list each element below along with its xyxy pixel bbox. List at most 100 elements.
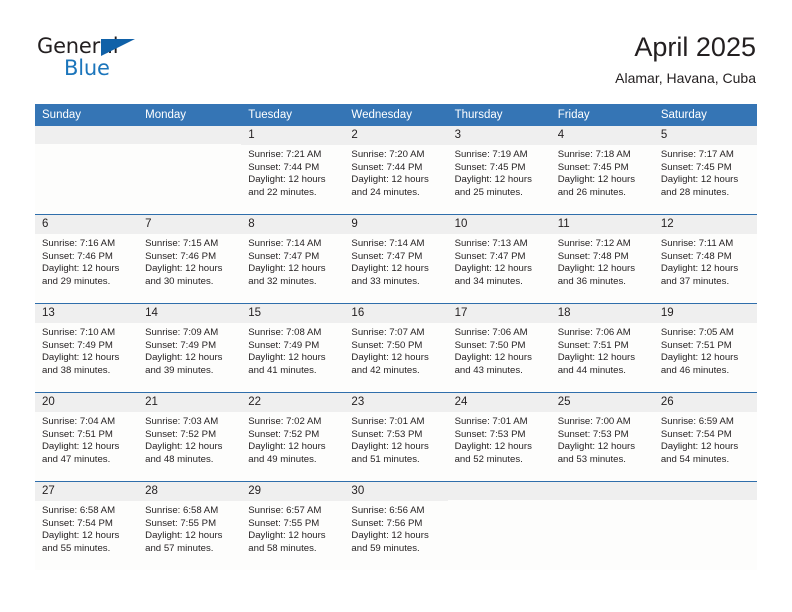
daylight-duration-line1: Daylight: 12 hours	[248, 530, 326, 542]
calendar-day-cell[interactable]: 27 Sunrise: 6:58 AM Sunset: 7:54 PM Dayligh…	[35, 481, 139, 570]
logo-triangle-icon	[101, 39, 135, 56]
calendar-cell-inner: 9 Sunrise: 7:14 AM Sunset: 7:47 PM Daylight…	[344, 215, 448, 303]
day-number: 7	[138, 215, 242, 235]
calendar-day-cell[interactable]: 4 Sunrise: 7:18 AM Sunset: 7:45 PM Daylight…	[550, 126, 654, 215]
calendar-day-cell[interactable]: 15 Sunrise: 7:08 AM Sunset: 7:49 PM Dayligh…	[241, 303, 345, 393]
sunset-time: Sunset: 7:49 PM	[248, 339, 320, 351]
logo-text-blue: Blue	[64, 56, 110, 80]
day-number: 10	[447, 215, 551, 235]
calendar-day-cell[interactable]: 10 Sunrise: 7:13 AM Sunset: 7:47 PM Dayligh…	[447, 214, 551, 304]
daylight-duration-line1: Daylight: 12 hours	[660, 263, 739, 275]
day-details: Sunrise: 7:02 AM Sunset: 7:52 PM Daylight:…	[241, 412, 344, 466]
day-details: Sunrise: 7:14 AM Sunset: 7:47 PM Daylight:…	[241, 234, 344, 288]
calendar-day-cell[interactable]: 7 Sunrise: 7:15 AM Sunset: 7:46 PM Daylight…	[138, 214, 242, 304]
daylight-duration-line1: Daylight: 12 hours	[351, 174, 429, 186]
day-number: 18	[550, 304, 654, 324]
sunset-time: Sunset: 7:44 PM	[248, 161, 320, 173]
daylight-duration-line2: and 44 minutes.	[557, 364, 626, 376]
daylight-duration-line1: Daylight: 12 hours	[351, 441, 429, 453]
day-number: 1	[241, 126, 345, 146]
sunrise-time: Sunrise: 7:06 AM	[454, 327, 528, 339]
sunrise-time: Sunrise: 7:13 AM	[454, 238, 528, 250]
calendar-day-cell[interactable]: 14 Sunrise: 7:09 AM Sunset: 7:49 PM Dayligh…	[138, 303, 242, 393]
sunrise-time: Sunrise: 6:58 AM	[42, 505, 116, 517]
daylight-duration-line1: Daylight: 12 hours	[145, 263, 223, 275]
calendar-day-cell[interactable]: 25 Sunrise: 7:00 AM Sunset: 7:53 PM Dayligh…	[550, 392, 654, 482]
daylight-duration-line1: Daylight: 12 hours	[42, 441, 120, 453]
day-number: 15	[241, 304, 345, 324]
day-number	[138, 126, 242, 144]
weekday-header-sunday: Sunday	[35, 104, 139, 126]
sunrise-time: Sunrise: 7:08 AM	[248, 327, 322, 339]
sunrise-time: Sunrise: 7:17 AM	[660, 149, 734, 161]
calendar-cell-inner: 3 Sunrise: 7:19 AM Sunset: 7:45 PM Daylight…	[447, 126, 551, 214]
sunset-time: Sunset: 7:49 PM	[145, 339, 217, 351]
daylight-duration-line1: Daylight: 12 hours	[248, 352, 326, 364]
day-details: Sunrise: 7:19 AM Sunset: 7:45 PM Daylight:…	[448, 145, 551, 199]
calendar-day-cell[interactable]: 6 Sunrise: 7:16 AM Sunset: 7:46 PM Daylight…	[35, 214, 139, 304]
daylight-duration-line2: and 32 minutes.	[248, 275, 317, 287]
page-header: General Blue April 2025 Alamar, Havana, …	[0, 0, 792, 100]
day-number	[35, 126, 139, 144]
day-number: 16	[344, 304, 448, 324]
calendar-day-cell[interactable]: 19 Sunrise: 7:05 AM Sunset: 7:51 PM Dayligh…	[653, 303, 757, 393]
daylight-duration-line2: and 33 minutes.	[351, 275, 420, 287]
sunrise-time: Sunrise: 6:59 AM	[660, 416, 734, 428]
sunrise-time: Sunrise: 6:57 AM	[248, 505, 322, 517]
calendar-day-cell[interactable]: 9 Sunrise: 7:14 AM Sunset: 7:47 PM Daylight…	[344, 214, 448, 304]
calendar-day-cell[interactable]: 26 Sunrise: 6:59 AM Sunset: 7:54 PM Dayligh…	[653, 392, 757, 482]
calendar-cell-inner: 26 Sunrise: 6:59 AM Sunset: 7:54 PM Dayligh…	[653, 393, 757, 481]
day-number: 17	[447, 304, 551, 324]
calendar-day-cell[interactable]: 22 Sunrise: 7:02 AM Sunset: 7:52 PM Dayligh…	[241, 392, 345, 482]
sunset-time: Sunset: 7:47 PM	[248, 250, 320, 262]
calendar-day-cell[interactable]: 20 Sunrise: 7:04 AM Sunset: 7:51 PM Dayligh…	[35, 392, 139, 482]
calendar-day-cell[interactable]: 23 Sunrise: 7:01 AM Sunset: 7:53 PM Dayligh…	[344, 392, 448, 482]
calendar-cell-inner: 25 Sunrise: 7:00 AM Sunset: 7:53 PM Dayligh…	[550, 393, 654, 481]
sunrise-time: Sunrise: 7:14 AM	[248, 238, 322, 250]
weekday-header-saturday: Saturday	[653, 104, 757, 126]
calendar-day-cell[interactable]: 8 Sunrise: 7:14 AM Sunset: 7:47 PM Daylight…	[241, 214, 345, 304]
calendar-week-row: 13 Sunrise: 7:10 AM Sunset: 7:49 PM Dayligh…	[35, 303, 757, 393]
calendar-day-cell[interactable]: 30 Sunrise: 6:56 AM Sunset: 7:56 PM Dayligh…	[344, 481, 448, 570]
calendar-day-cell[interactable]: 11 Sunrise: 7:12 AM Sunset: 7:48 PM Dayligh…	[550, 214, 654, 304]
day-number: 13	[35, 304, 139, 324]
day-details: Sunrise: 7:11 AM Sunset: 7:48 PM Daylight:…	[654, 234, 757, 288]
calendar-cell-inner	[550, 482, 654, 570]
sunrise-time: Sunrise: 7:03 AM	[145, 416, 219, 428]
calendar-day-cell[interactable]: 24 Sunrise: 7:01 AM Sunset: 7:53 PM Dayligh…	[447, 392, 551, 482]
calendar-day-cell[interactable]: 12 Sunrise: 7:11 AM Sunset: 7:48 PM Dayligh…	[653, 214, 757, 304]
calendar-day-cell[interactable]: 1 Sunrise: 7:21 AM Sunset: 7:44 PM Daylight…	[241, 126, 345, 215]
daylight-duration-line1: Daylight: 12 hours	[42, 530, 120, 542]
calendar-day-cell[interactable]: 21 Sunrise: 7:03 AM Sunset: 7:52 PM Dayligh…	[138, 392, 242, 482]
calendar-day-cell[interactable]: 17 Sunrise: 7:06 AM Sunset: 7:50 PM Dayligh…	[447, 303, 551, 393]
daylight-duration-line1: Daylight: 12 hours	[145, 530, 223, 542]
sunrise-time: Sunrise: 7:04 AM	[42, 416, 116, 428]
calendar-day-cell[interactable]: 13 Sunrise: 7:10 AM Sunset: 7:49 PM Dayligh…	[35, 303, 139, 393]
sunset-time: Sunset: 7:44 PM	[351, 161, 423, 173]
calendar-day-cell[interactable]: 29 Sunrise: 6:57 AM Sunset: 7:55 PM Dayligh…	[241, 481, 345, 570]
sunset-time: Sunset: 7:48 PM	[557, 250, 629, 262]
calendar-cell-empty	[35, 126, 139, 215]
calendar-week-row: 20 Sunrise: 7:04 AM Sunset: 7:51 PM Dayligh…	[35, 392, 757, 482]
daylight-duration-line1: Daylight: 12 hours	[454, 263, 532, 275]
daylight-duration-line2: and 30 minutes.	[145, 275, 214, 287]
calendar-day-cell[interactable]: 5 Sunrise: 7:17 AM Sunset: 7:45 PM Daylight…	[653, 126, 757, 215]
calendar-day-cell[interactable]: 2 Sunrise: 7:20 AM Sunset: 7:44 PM Daylight…	[344, 126, 448, 215]
day-details: Sunrise: 7:03 AM Sunset: 7:52 PM Daylight:…	[138, 412, 241, 466]
calendar-cell-inner: 4 Sunrise: 7:18 AM Sunset: 7:45 PM Daylight…	[550, 126, 654, 214]
day-number: 26	[653, 393, 757, 413]
generalblue-logo[interactable]: General Blue	[37, 36, 167, 86]
day-number: 23	[344, 393, 448, 413]
day-details: Sunrise: 7:00 AM Sunset: 7:53 PM Daylight:…	[551, 412, 654, 466]
sunset-time: Sunset: 7:52 PM	[248, 428, 320, 440]
calendar-day-cell[interactable]: 28 Sunrise: 6:58 AM Sunset: 7:55 PM Dayligh…	[138, 481, 242, 570]
calendar-day-cell[interactable]: 3 Sunrise: 7:19 AM Sunset: 7:45 PM Daylight…	[447, 126, 551, 215]
day-number: 8	[241, 215, 345, 235]
calendar-day-cell[interactable]: 18 Sunrise: 7:06 AM Sunset: 7:51 PM Dayligh…	[550, 303, 654, 393]
daylight-duration-line2: and 36 minutes.	[557, 275, 626, 287]
calendar-cell-inner	[653, 482, 757, 570]
page-subtitle: Alamar, Havana, Cuba	[615, 70, 756, 87]
calendar-day-cell[interactable]: 16 Sunrise: 7:07 AM Sunset: 7:50 PM Dayligh…	[344, 303, 448, 393]
calendar-cell-inner: 24 Sunrise: 7:01 AM Sunset: 7:53 PM Dayligh…	[447, 393, 551, 481]
day-details: Sunrise: 6:56 AM Sunset: 7:56 PM Daylight:…	[344, 501, 447, 555]
